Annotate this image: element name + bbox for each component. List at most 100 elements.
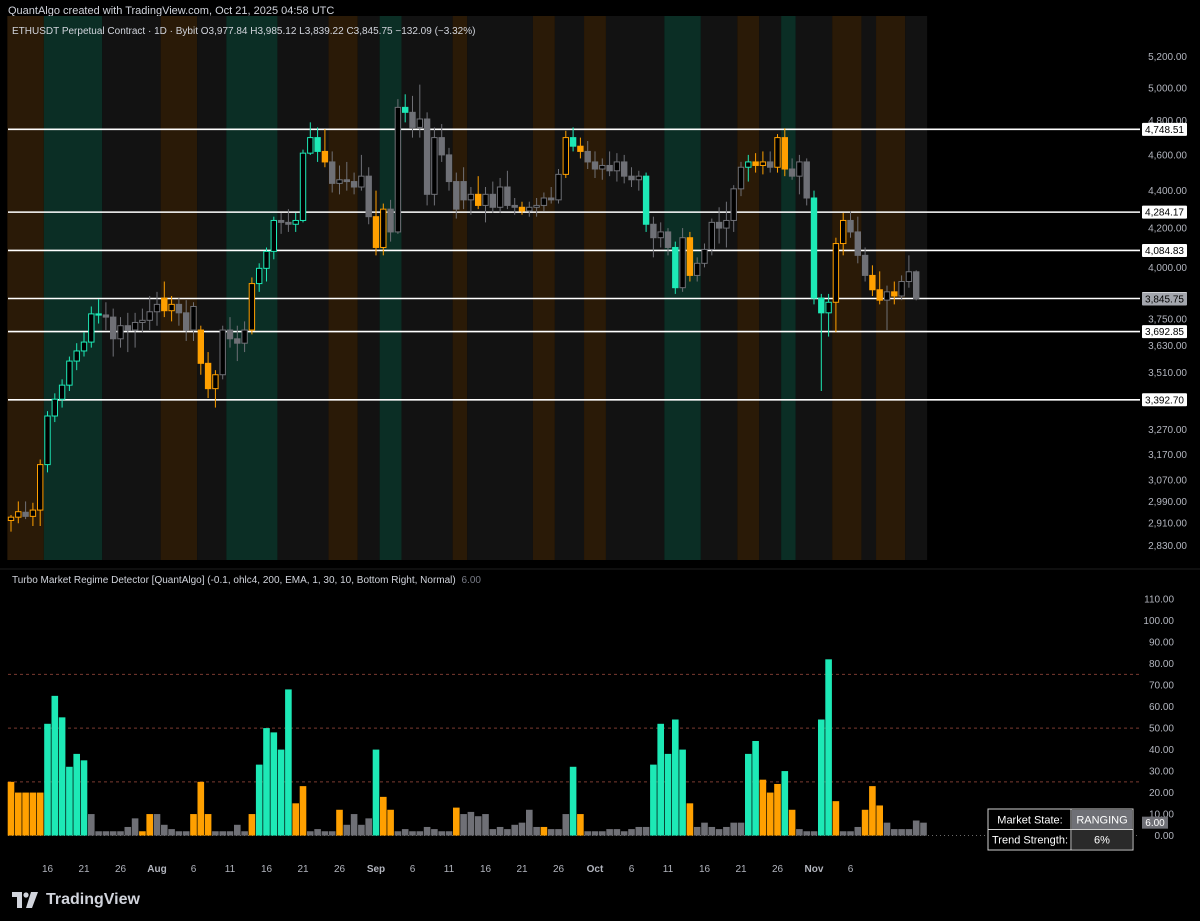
candle-body (336, 179, 343, 184)
regime-bar (15, 792, 22, 836)
regime-bar (810, 831, 818, 836)
regime-bar (818, 719, 825, 836)
candle-body (767, 161, 774, 168)
time-tick-label: 11 (663, 864, 674, 875)
candle-body (409, 111, 416, 128)
candle-body (365, 175, 372, 218)
regime-bar (774, 783, 781, 836)
candle-body (708, 221, 715, 250)
price-tick-label: 5,000.00 (1148, 83, 1187, 94)
time-tick-label: 26 (115, 864, 127, 875)
candle-body (88, 313, 95, 343)
time-tick-label: 6 (191, 864, 197, 875)
candle-body (679, 237, 686, 289)
regime-bar (620, 831, 628, 836)
price-tick-label: 2,910.00 (1148, 519, 1187, 530)
regime-band-bear (532, 16, 555, 560)
candle-body (358, 175, 365, 188)
time-tick-label: 16 (699, 864, 711, 875)
regime-bar (175, 831, 183, 836)
regime-bar (460, 814, 467, 836)
candle-body (694, 262, 701, 276)
regime-band-bear (328, 16, 358, 560)
regime-bar (95, 831, 102, 836)
candle-body (621, 161, 628, 177)
regime-bar (759, 779, 767, 836)
price-tick-label: 3,170.00 (1148, 450, 1187, 461)
candle-body (613, 161, 621, 172)
candle-body (475, 193, 482, 206)
regime-bar (569, 766, 577, 836)
candle-body (854, 231, 861, 256)
time-tick-label: 16 (261, 864, 273, 875)
regime-bar (51, 695, 59, 836)
candle-body (861, 254, 869, 276)
regime-bar (372, 749, 380, 836)
regime-bar (139, 831, 146, 836)
candle-body (197, 329, 205, 364)
symbol-ohlc-legend[interactable]: ETHUSDT Perpetual Contract · 1D · Bybit … (12, 26, 475, 37)
regime-bar (599, 831, 606, 836)
regime-bar (547, 829, 555, 836)
regime-bar (226, 831, 234, 836)
candle-body (168, 303, 175, 312)
candle-body (606, 164, 613, 172)
candle-body (555, 173, 562, 201)
indicator-legend[interactable]: Turbo Market Regime Detector [QuantAlgo]… (12, 575, 481, 586)
regime-bar (613, 829, 621, 836)
time-tick-label: 21 (78, 864, 90, 875)
regime-bar (781, 771, 789, 836)
candle-body (256, 267, 263, 285)
level-label: 4,748.51 (1145, 125, 1184, 136)
candle-body (402, 106, 409, 113)
regime-bar (920, 822, 927, 836)
candle-body (832, 243, 840, 303)
candle-body (234, 338, 241, 344)
candle-body (73, 350, 80, 362)
regime-bar (511, 824, 518, 836)
indicator-title: Turbo Market Regime Detector [QuantAlgo]… (12, 575, 456, 586)
candle-body (29, 509, 37, 517)
candle-body (511, 204, 518, 208)
regime-bar (117, 831, 124, 836)
price-tick-label: 2,830.00 (1148, 541, 1187, 552)
footer-brand[interactable]: TradingView (12, 888, 140, 912)
indicator-tick-label: 80.00 (1149, 659, 1174, 670)
regime-bar (591, 831, 599, 836)
regime-bar (679, 749, 686, 836)
price-tick-label: 4,400.00 (1148, 186, 1187, 197)
candle-body (263, 250, 270, 269)
time-tick-label: 16 (42, 864, 54, 875)
regime-band-range (401, 16, 453, 560)
candle-body (774, 137, 781, 168)
regime-bar (263, 728, 270, 836)
time-tick-label: 6 (410, 864, 416, 875)
candle-body (467, 193, 475, 201)
candle-body (548, 197, 555, 201)
regime-bar (825, 659, 832, 836)
candle-body (453, 181, 460, 210)
candle-body (66, 360, 73, 386)
candle-body (701, 248, 708, 264)
candle-body (139, 319, 146, 323)
tradingview-wordmark: TradingView (46, 891, 140, 908)
candle-body (745, 161, 752, 168)
candle-body (445, 154, 453, 183)
regime-bar (752, 740, 759, 836)
regime-bar (255, 764, 263, 836)
regime-bar (533, 826, 540, 836)
regime-bar (431, 829, 438, 836)
regime-bar (277, 749, 285, 836)
candle-body (460, 181, 467, 201)
chart-svg[interactable]: 5,200.005,000.004,800.004,600.004,400.00… (0, 0, 1200, 921)
candle-body (891, 291, 898, 297)
candle-body (387, 208, 394, 233)
indicator-tick-label: 50.00 (1149, 724, 1174, 735)
candle-body (869, 274, 876, 291)
time-tick-label: Nov (805, 864, 824, 875)
regime-bar (88, 814, 95, 836)
regime-bar (190, 814, 197, 836)
regime-bar (328, 831, 336, 836)
regime-band-range (357, 16, 380, 560)
regime-bar (270, 732, 278, 836)
